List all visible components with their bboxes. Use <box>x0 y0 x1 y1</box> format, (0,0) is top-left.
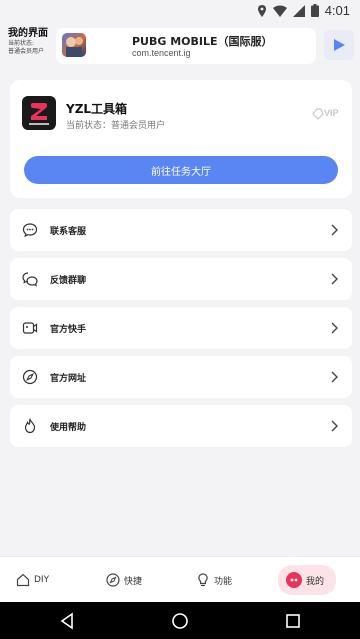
recents-icon[interactable] <box>284 612 302 630</box>
launch-game-button[interactable] <box>324 30 354 60</box>
nav-tab-label: 功能 <box>214 576 233 587</box>
vip-badge: VIP <box>312 108 342 120</box>
profile-dot-icon <box>286 572 302 588</box>
nav-tab-mine[interactable]: 我的 <box>278 565 337 595</box>
menu-item-label: 使用帮助 <box>50 422 87 433</box>
top-bar: 我的界面 当前状态: 普通会员用户 PUBG MOBILE（国际服） com.t… <box>8 28 354 64</box>
compass-icon <box>106 573 120 587</box>
chevron-right-icon <box>331 322 338 334</box>
menu-item-label: 反馈群聊 <box>50 275 87 286</box>
menu-item-contact-support[interactable]: 联系客服 <box>10 209 352 251</box>
brand-status-value: 普通会员用户 <box>8 48 45 55</box>
nav-tab-shortcut[interactable]: 快捷 <box>106 565 142 595</box>
video-icon <box>22 322 38 334</box>
chevron-right-icon <box>331 420 338 432</box>
chevron-right-icon <box>331 371 338 383</box>
bulb-icon <box>198 573 208 587</box>
menu-item-feedback-group[interactable]: 反馈群聊 <box>10 258 352 300</box>
system-nav-bar <box>0 602 360 639</box>
flame-help-icon <box>24 418 36 434</box>
task-hall-button[interactable]: 前往任务大厅 <box>24 156 338 184</box>
wifi-icon <box>272 5 287 17</box>
game-package: com.tencent.ig <box>132 48 191 58</box>
app-logo <box>22 96 56 130</box>
menu-item-label: 官方网址 <box>50 373 87 384</box>
location-icon <box>257 4 266 17</box>
selected-game-card[interactable]: PUBG MOBILE（国际服） com.tencent.ig <box>56 28 316 64</box>
nav-tab-label: 我的 <box>306 576 325 587</box>
menu-item-official-kuaishou[interactable]: 官方快手 <box>10 307 352 349</box>
compass-icon <box>22 369 38 385</box>
back-icon[interactable] <box>58 612 76 630</box>
game-icon <box>62 33 86 57</box>
chevron-right-icon <box>331 273 338 285</box>
home-circle-icon[interactable] <box>171 612 189 630</box>
menu-item-label: 官方快手 <box>50 324 87 335</box>
membership-status: 当前状态：普通会员用户 <box>66 121 166 131</box>
nav-tab-label: 快捷 <box>124 576 143 587</box>
chat-bubble-icon <box>22 223 38 238</box>
nav-tab-diy[interactable]: DIY <box>16 565 49 595</box>
chevron-right-icon <box>331 224 338 236</box>
app-name: YZL工具箱 <box>66 102 128 116</box>
account-card: YZL工具箱 当前状态：普通会员用户 VIP 前往任务大厅 <box>10 80 352 198</box>
play-icon <box>334 39 345 51</box>
menu-item-usage-help[interactable]: 使用帮助 <box>10 405 352 447</box>
clock: 4:01 <box>324 3 350 18</box>
home-icon <box>16 573 30 587</box>
brand-block: 我的界面 当前状态: 普通会员用户 <box>8 28 54 64</box>
nav-tab-label: DIY <box>34 575 50 585</box>
menu-item-official-website[interactable]: 官方网址 <box>10 356 352 398</box>
game-name: PUBG MOBILE（国际服） <box>132 35 273 48</box>
group-chat-icon <box>22 272 38 287</box>
status-bar: 4:01 <box>0 0 360 22</box>
vip-label: VIP <box>324 108 339 118</box>
battery-icon <box>310 4 319 17</box>
brand-title: 我的界面 <box>8 28 48 39</box>
menu-item-label: 联系客服 <box>50 226 87 237</box>
brand-status-label: 当前状态: <box>8 40 35 47</box>
bottom-nav: DIY 快捷 功能 我的 <box>0 556 360 602</box>
signal-icon <box>292 4 305 17</box>
nav-tab-features[interactable]: 功能 <box>196 565 232 595</box>
